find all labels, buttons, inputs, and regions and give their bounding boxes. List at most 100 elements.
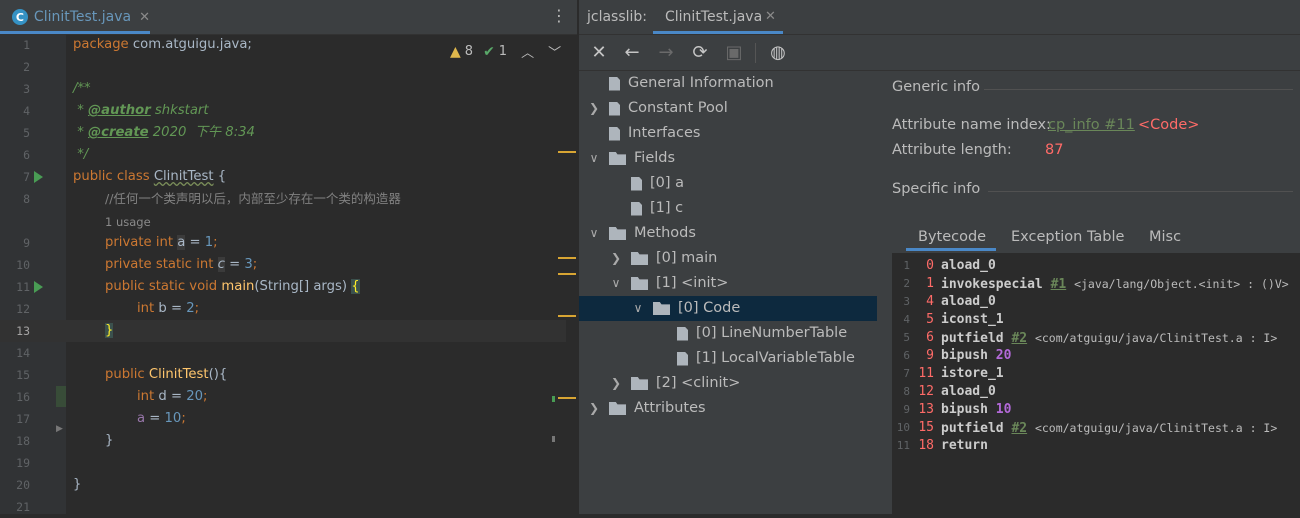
chevron-down-icon[interactable]: ﹀ bbox=[548, 42, 561, 61]
web-icon[interactable]: ◍ bbox=[765, 35, 791, 70]
tree-node-field-c[interactable]: [1] c bbox=[609, 196, 683, 221]
chevron-down-icon[interactable]: ∨ bbox=[587, 221, 601, 246]
run-icon[interactable] bbox=[34, 171, 43, 183]
chevron-right-icon[interactable]: ❯ bbox=[587, 96, 601, 121]
line-number: 10 bbox=[16, 258, 30, 272]
code-line-20: } bbox=[73, 477, 82, 492]
usage-hint[interactable]: 1 usage bbox=[105, 211, 151, 233]
tree-node-method-main[interactable]: ❯ [0] main bbox=[609, 246, 717, 271]
chevron-right-icon[interactable]: ❯ bbox=[587, 396, 601, 421]
fold-arrow-icon[interactable]: ▶ bbox=[56, 424, 63, 434]
attribute-detail-pane: Generic info Attribute name index: cp_in… bbox=[892, 71, 1300, 514]
chevron-down-icon[interactable]: ∨ bbox=[631, 296, 645, 321]
chevron-right-icon[interactable]: ❯ bbox=[609, 246, 623, 271]
more-options-icon[interactable]: ⋮ bbox=[551, 8, 567, 24]
chevron-down-icon[interactable]: ∨ bbox=[587, 146, 601, 171]
tab-exception-table[interactable]: Exception Table bbox=[1011, 224, 1124, 250]
line-number: 2 bbox=[23, 60, 30, 74]
bytecode-comment: <java/lang/Object.<init> : ()V> bbox=[1074, 277, 1289, 291]
tree-node-methods[interactable]: ∨ Methods bbox=[587, 221, 696, 246]
tree-node-local-variable-table[interactable]: [1] LocalVariableTable bbox=[655, 346, 855, 371]
bytecode-line-number: 3 bbox=[903, 295, 910, 308]
warning-icon: ▲ bbox=[450, 43, 461, 60]
editor-tab-clinittest[interactable]: C ClinitTest.java ✕ bbox=[0, 0, 150, 34]
code-line-9: private int a = 1; bbox=[105, 235, 218, 250]
bytecode-offset: 15 bbox=[918, 420, 934, 435]
code-line-17: a = 10; bbox=[137, 411, 186, 426]
code-line-18: } bbox=[105, 433, 114, 448]
bytecode-instruction: return bbox=[941, 438, 988, 453]
bytecode-line-number: 7 bbox=[903, 367, 910, 380]
back-arrow-icon[interactable]: ← bbox=[619, 35, 645, 70]
tree-node-method-init[interactable]: ∨ [1] <init> bbox=[609, 271, 729, 296]
bytecode-line-number: 6 bbox=[903, 349, 910, 362]
tree-node-method-clinit[interactable]: ❯ [2] <clinit> bbox=[609, 371, 740, 396]
change-stripe-mark bbox=[552, 396, 555, 402]
generic-info-title: Generic info bbox=[892, 79, 981, 95]
tree-node-interfaces[interactable]: Interfaces bbox=[587, 121, 700, 146]
attr-name-index-link[interactable]: cp_info #11 bbox=[1048, 117, 1135, 133]
bytecode-line-number: 11 bbox=[896, 439, 910, 452]
constant-pool-link[interactable]: #2 bbox=[1011, 331, 1027, 346]
forward-arrow-icon[interactable]: → bbox=[653, 35, 679, 70]
chevron-down-icon[interactable]: ∨ bbox=[609, 271, 623, 296]
inspection-widget[interactable]: ▲ 8 ✔ 1 ︿ ﹀ bbox=[450, 42, 561, 62]
file-icon bbox=[609, 76, 620, 91]
error-stripe-mark[interactable] bbox=[558, 315, 576, 317]
close-icon[interactable]: ✕ bbox=[765, 0, 776, 34]
tree-node-code[interactable]: ∨ [0] Code bbox=[631, 296, 741, 321]
close-icon[interactable]: ✕ bbox=[586, 35, 612, 70]
editor-tab-bar: C ClinitTest.java ✕ ⋮ bbox=[0, 0, 577, 35]
file-icon bbox=[631, 176, 642, 191]
error-stripe-mark[interactable] bbox=[558, 397, 576, 399]
tree-node-general-information[interactable]: General Information bbox=[587, 71, 774, 96]
bytecode-view[interactable]: 1 0 aload_0 2 1 invokespecial #1 <java/lang/O… bbox=[892, 253, 1300, 514]
refresh-icon[interactable]: ⟳ bbox=[687, 35, 713, 70]
chevron-up-icon[interactable]: ︿ bbox=[521, 42, 534, 61]
run-icon[interactable] bbox=[34, 281, 43, 293]
line-number: 8 bbox=[23, 192, 30, 206]
code-editor[interactable]: C ClinitTest.java ✕ ⋮ 1 2 3 4 5 6 7 8 9 10 11 12 13 1… bbox=[0, 0, 577, 514]
bytecode-comment: <com/atguigu/java/ClinitTest.a : I> bbox=[1034, 331, 1278, 345]
code-line-10: private static int c = 3; bbox=[105, 257, 258, 272]
line-number: 15 bbox=[16, 368, 30, 382]
active-tab-indicator bbox=[653, 31, 783, 34]
save-icon[interactable]: ▣ bbox=[721, 35, 747, 70]
code-line-5: * @create 2020 下午 8:34 bbox=[73, 125, 255, 140]
code-line-7: public class ClinitTest { bbox=[73, 169, 227, 184]
bytecode-instruction: invokespecial #1 <java/lang/Object.<init… bbox=[941, 277, 1289, 292]
active-tab-indicator bbox=[906, 248, 996, 251]
jclasslib-tab[interactable]: ClinitTest.java ✕ bbox=[653, 0, 783, 34]
editor-scrollbar[interactable] bbox=[566, 70, 577, 514]
folder-icon bbox=[631, 377, 648, 390]
code-line-15: public ClinitTest(){ bbox=[105, 367, 228, 382]
specific-info-title: Specific info bbox=[892, 181, 981, 197]
error-stripe-mark[interactable] bbox=[558, 257, 576, 259]
folder-icon bbox=[609, 152, 626, 165]
error-stripe-mark[interactable] bbox=[558, 273, 576, 275]
ok-count: 1 bbox=[498, 44, 508, 59]
attr-name-value: <Code> bbox=[1138, 117, 1200, 133]
tree-node-line-number-table[interactable]: [0] LineNumberTable bbox=[655, 321, 847, 346]
tab-misc[interactable]: Misc bbox=[1149, 224, 1181, 250]
line-number: 16 bbox=[16, 390, 30, 404]
bytecode-instruction: bipush 20 bbox=[941, 348, 1012, 363]
chevron-right-icon[interactable]: ❯ bbox=[609, 371, 623, 396]
class-structure-tree[interactable]: General Information ❯ Constant Pool Inter… bbox=[579, 71, 879, 514]
bytecode-operand: 20 bbox=[995, 348, 1012, 363]
tree-node-attributes[interactable]: ❯ Attributes bbox=[587, 396, 706, 421]
code-area[interactable]: package com.atguigu.java; /** * @author … bbox=[66, 34, 566, 514]
close-icon[interactable]: ✕ bbox=[139, 10, 150, 25]
constant-pool-link[interactable]: #2 bbox=[1011, 421, 1027, 436]
folder-icon bbox=[653, 302, 670, 315]
error-stripe-mark[interactable] bbox=[558, 151, 576, 153]
tree-node-constant-pool[interactable]: ❯ Constant Pool bbox=[587, 96, 728, 121]
bytecode-offset: 1 bbox=[926, 276, 934, 291]
tree-node-field-a[interactable]: [0] a bbox=[609, 171, 684, 196]
tab-bytecode[interactable]: Bytecode bbox=[918, 224, 986, 250]
line-number: 5 bbox=[23, 126, 30, 140]
bytecode-offset: 18 bbox=[918, 438, 934, 453]
attr-name-index-label: Attribute name index: bbox=[892, 117, 1051, 133]
constant-pool-link[interactable]: #1 bbox=[1051, 277, 1067, 292]
tree-node-fields[interactable]: ∨ Fields bbox=[587, 146, 675, 171]
